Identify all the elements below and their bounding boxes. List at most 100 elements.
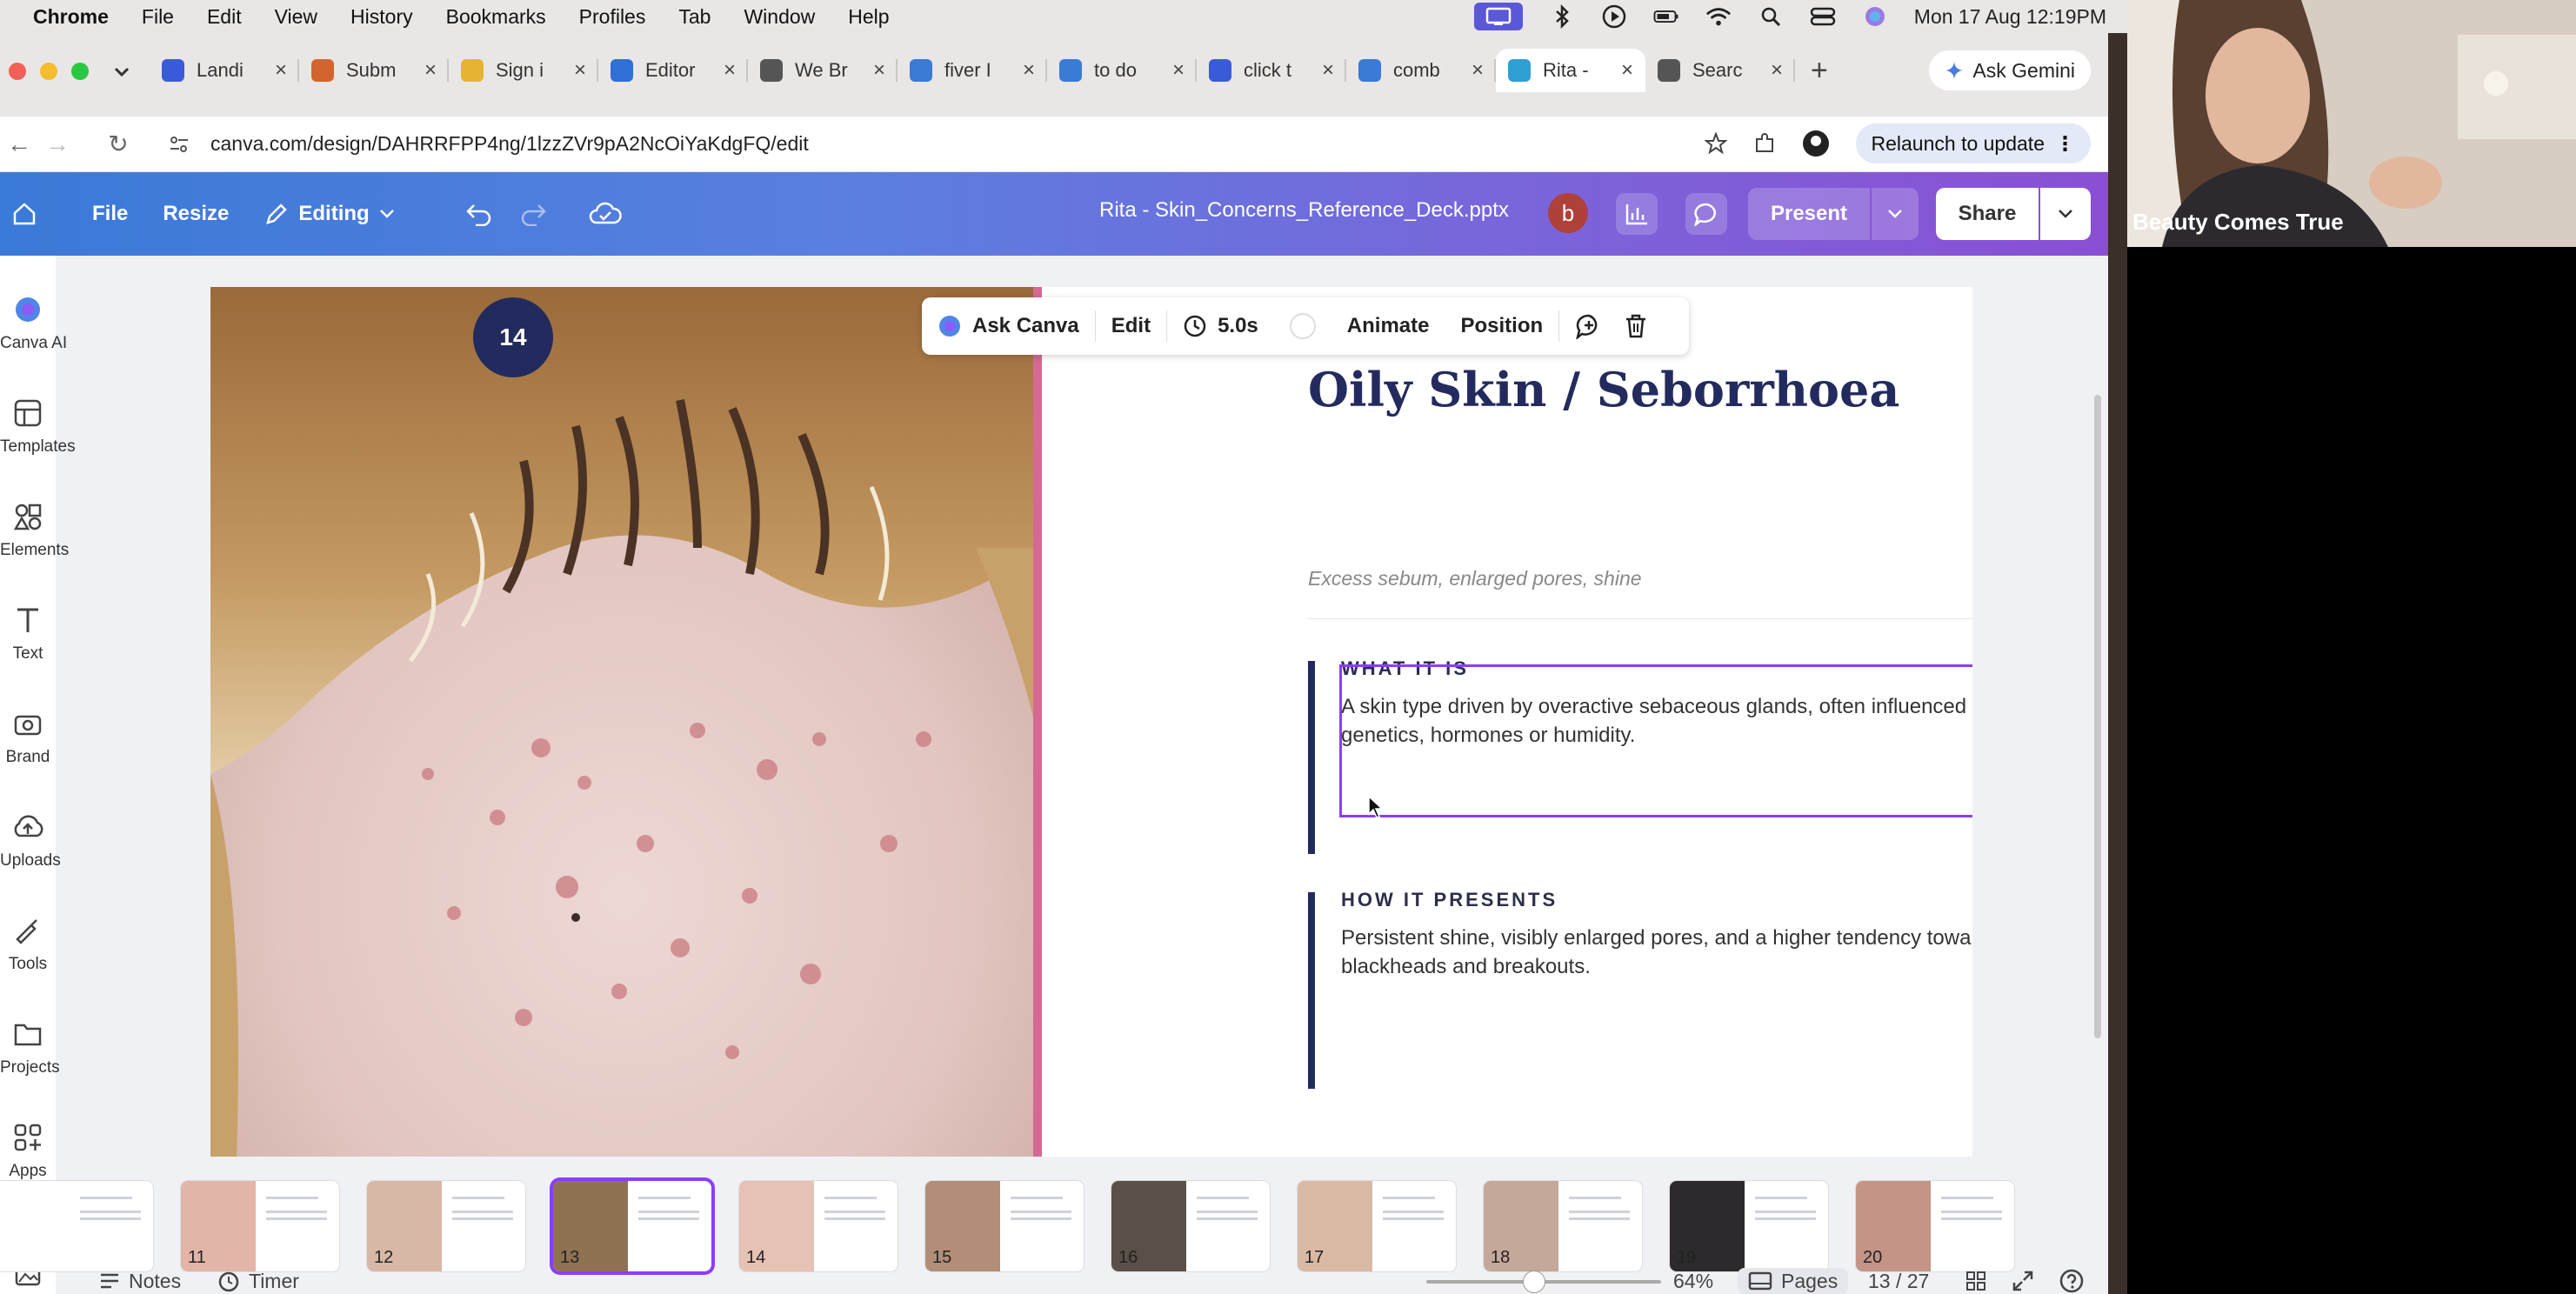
browser-tab[interactable]: Subm ×: [299, 49, 449, 92]
tab-close-icon[interactable]: ×: [1771, 58, 1783, 83]
cloud-saved-icon[interactable]: [589, 202, 622, 226]
menu-tab[interactable]: Tab: [678, 5, 711, 29]
browser-tab[interactable]: Editor ×: [598, 49, 748, 92]
timer-button[interactable]: Timer: [217, 1268, 299, 1294]
sidebar-item-brand[interactable]: Brand: [0, 706, 56, 767]
page-thumbnail[interactable]: 14: [739, 1181, 898, 1271]
zoom-level[interactable]: 64%: [1673, 1268, 1713, 1294]
duration-button[interactable]: 5.0s: [1167, 314, 1274, 338]
trash-icon[interactable]: [1618, 313, 1653, 339]
collaborator-avatar[interactable]: b: [1548, 193, 1588, 233]
tab-close-icon[interactable]: ×: [1172, 58, 1185, 83]
tab-close-icon[interactable]: ×: [1322, 58, 1334, 83]
slide-title[interactable]: Oily Skin / Seborrhoea: [1308, 362, 1899, 417]
animate-button[interactable]: Animate: [1331, 314, 1445, 338]
acne-forehead-photo[interactable]: [210, 287, 1038, 1157]
file-menu-button[interactable]: File: [92, 202, 128, 226]
tab-search-chevron-icon[interactable]: [113, 66, 130, 78]
slide-subtitle[interactable]: Excess sebum, enlarged pores, shine: [1308, 567, 1642, 590]
browser-tab[interactable]: click t ×: [1197, 49, 1346, 92]
control-center-icon[interactable]: [1810, 3, 1836, 30]
redo-icon[interactable]: [519, 202, 547, 226]
sidebar-item-uploads[interactable]: Uploads: [0, 810, 61, 870]
menu-help[interactable]: Help: [848, 5, 889, 29]
url-field[interactable]: canva.com/design/DAHRRFPP4ng/1lzzZVr9pA2…: [210, 132, 809, 156]
page-thumbnail[interactable]: 17: [1298, 1181, 1456, 1271]
play-icon[interactable]: [1601, 3, 1627, 30]
siri-icon[interactable]: [1862, 3, 1888, 30]
document-title[interactable]: Rita - Skin_Concerns_Reference_Deck.pptx: [1099, 198, 1509, 223]
section-heading-how-it-presents[interactable]: HOW IT PRESENTS: [1341, 889, 1558, 911]
battery-icon[interactable]: [1653, 3, 1679, 30]
color-swatch-button[interactable]: [1274, 313, 1331, 339]
browser-tab[interactable]: Landi ×: [150, 49, 299, 92]
sidebar-item-apps[interactable]: Apps: [0, 1120, 56, 1181]
browser-tab[interactable]: Sign i ×: [449, 49, 598, 92]
menu-window[interactable]: Window: [744, 5, 815, 29]
new-tab-button[interactable]: +: [1811, 49, 1828, 92]
zoom-slider-handle[interactable]: [1524, 1271, 1545, 1292]
screen-share-icon[interactable]: [1473, 3, 1523, 30]
browser-tab[interactable]: fiver I ×: [898, 49, 1047, 92]
page-thumbnail[interactable]: 11: [181, 1181, 339, 1271]
page-thumbnail[interactable]: 20: [1856, 1181, 2014, 1271]
extensions-puzzle-icon[interactable]: [1753, 132, 1776, 155]
text-selection-box[interactable]: [1339, 664, 1972, 817]
tab-close-icon[interactable]: ×: [1472, 58, 1484, 83]
page-thumbnail[interactable]: 18: [1484, 1181, 1642, 1271]
zoom-window-button[interactable]: [71, 63, 89, 80]
slide-canvas[interactable]: 14 Ask Canva Edit 5.0s Animate Position: [210, 287, 1972, 1157]
profile-avatar-icon[interactable]: [1802, 130, 1830, 157]
sidebar-item-elements[interactable]: Elements: [0, 499, 69, 560]
resize-button[interactable]: Resize: [163, 202, 229, 226]
menu-edit[interactable]: Edit: [207, 5, 242, 29]
app-menu-chrome[interactable]: Chrome: [33, 5, 109, 29]
zoom-slider[interactable]: [1426, 1271, 1661, 1292]
bookmark-star-icon[interactable]: [1704, 132, 1727, 155]
home-icon[interactable]: [12, 202, 37, 226]
tab-close-icon[interactable]: ×: [424, 58, 437, 83]
sidebar-item-canva-ai[interactable]: Canva AI: [0, 292, 67, 353]
back-arrow-icon[interactable]: ←: [0, 130, 38, 158]
vertical-scrollbar[interactable]: [2094, 395, 2101, 1038]
minimize-window-button[interactable]: [40, 63, 57, 80]
help-icon[interactable]: [2059, 1268, 2084, 1294]
pages-button[interactable]: Pages: [1738, 1268, 1849, 1294]
video-call-tile[interactable]: Beauty Comes True: [2127, 0, 2576, 247]
site-info-icon[interactable]: [169, 135, 190, 154]
ask-gemini-button[interactable]: Ask Gemini: [1929, 50, 2091, 90]
present-options-chevron-icon[interactable]: [1872, 188, 1919, 240]
insights-chart-icon[interactable]: [1616, 193, 1658, 235]
tab-close-icon[interactable]: ×: [275, 58, 287, 83]
spotlight-search-icon[interactable]: [1758, 3, 1784, 30]
undo-icon[interactable]: [465, 202, 493, 226]
menu-view[interactable]: View: [275, 5, 317, 29]
page-thumbnail[interactable]: 19: [1670, 1181, 1828, 1271]
menu-history[interactable]: History: [350, 5, 413, 29]
tab-close-icon[interactable]: ×: [1023, 58, 1035, 83]
tab-close-icon[interactable]: ×: [873, 58, 885, 83]
close-window-button[interactable]: [9, 63, 26, 80]
share-options-chevron-icon[interactable]: [2040, 188, 2091, 240]
tab-close-icon[interactable]: ×: [574, 58, 586, 83]
browser-tab[interactable]: Rita - ×: [1496, 49, 1645, 92]
page-thumbnail[interactable]: [0, 1181, 153, 1271]
position-button[interactable]: Position: [1445, 314, 1558, 338]
forward-arrow-icon[interactable]: →: [38, 130, 77, 158]
bluetooth-icon[interactable]: [1549, 3, 1575, 30]
page-thumbnail[interactable]: 15: [925, 1181, 1084, 1271]
fullscreen-icon[interactable]: [2012, 1268, 2033, 1294]
browser-tab[interactable]: Searc ×: [1645, 49, 1795, 92]
sidebar-item-text[interactable]: Text: [0, 603, 56, 664]
page-thumbnail[interactable]: 12: [367, 1181, 525, 1271]
menu-file[interactable]: File: [142, 5, 174, 29]
present-button[interactable]: Present: [1748, 188, 1870, 240]
ask-canva-button[interactable]: Ask Canva: [922, 314, 1095, 338]
wifi-icon[interactable]: [1705, 3, 1732, 30]
section-text-how-it-presents[interactable]: Persistent shine, visibly enlarged pores…: [1341, 924, 1972, 981]
browser-tab[interactable]: We Br ×: [748, 49, 898, 92]
page-number-badge[interactable]: 14: [473, 297, 553, 377]
sidebar-item-projects[interactable]: Projects: [0, 1017, 60, 1077]
editing-mode-button[interactable]: Editing: [264, 201, 395, 227]
comments-icon[interactable]: [1685, 193, 1727, 235]
